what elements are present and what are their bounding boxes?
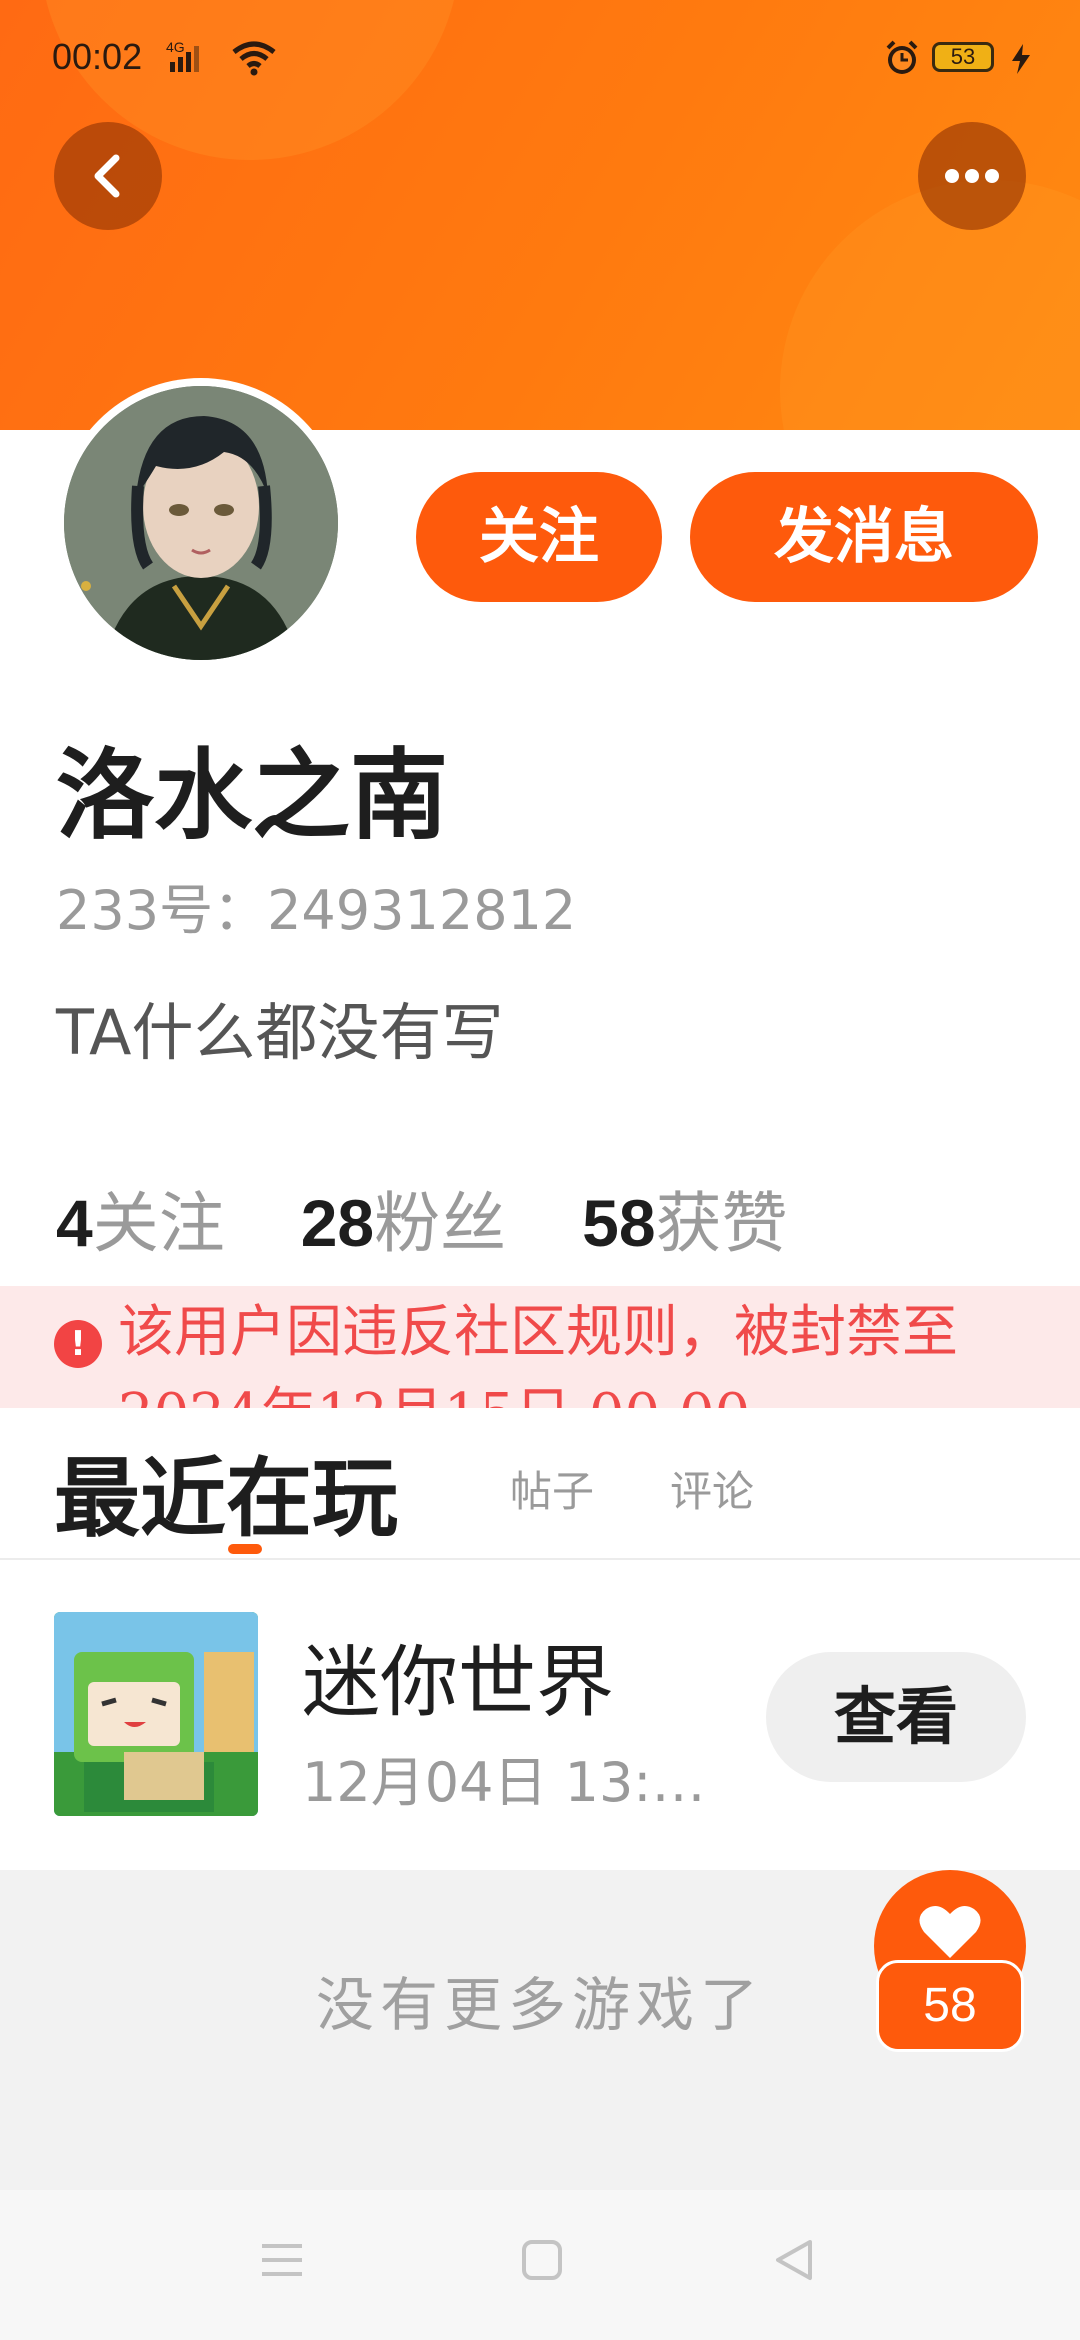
stat-followers[interactable]: 28粉丝	[301, 1170, 506, 1266]
user-bio: TA什么都没有写	[56, 996, 504, 1069]
alert-icon: !	[54, 1320, 102, 1368]
active-tab-indicator	[228, 1544, 262, 1554]
list-item[interactable]: 迷你世界 12月04日 13:… 查看	[0, 1560, 1080, 1870]
send-message-button[interactable]: 发消息	[690, 472, 1038, 602]
like-button[interactable]: 58	[874, 1870, 1026, 2052]
ban-notice-banner: ! 该用户因违反社区规则，被封禁至2024年12月15日 00:00	[0, 1286, 1080, 1408]
more-horizontal-icon	[945, 169, 999, 183]
stat-label: 获赞	[655, 1185, 788, 1262]
signal-icon: 4G	[166, 39, 222, 78]
view-game-button[interactable]: 查看	[766, 1652, 1026, 1782]
more-options-button[interactable]	[918, 122, 1026, 230]
user-id: 233号：249312812	[56, 879, 577, 942]
avatar[interactable]	[56, 378, 346, 668]
tab-comments[interactable]: 评论	[670, 1458, 754, 1519]
username: 洛水之南	[56, 738, 449, 853]
stat-following[interactable]: 4关注	[56, 1170, 225, 1266]
stat-label: 关注	[92, 1185, 225, 1262]
charging-icon	[1010, 44, 1032, 78]
stat-likes[interactable]: 58获赞	[582, 1170, 787, 1266]
avatar-image	[64, 386, 338, 660]
network-type: 4G	[166, 40, 185, 55]
game-last-played: 12月04日 13:…	[302, 1751, 706, 1814]
tab-recent-games[interactable]: 最近在玩	[54, 1428, 398, 1553]
status-time: 00:02	[52, 36, 143, 77]
like-count: 58	[876, 1960, 1024, 2052]
alarm-icon	[882, 38, 922, 82]
home-icon[interactable]	[518, 2236, 566, 2288]
stat-label: 粉丝	[374, 1185, 507, 1262]
content-tabs: 最近在玩 帖子 评论	[0, 1408, 1080, 1560]
back-nav-icon[interactable]	[770, 2236, 818, 2288]
battery-level: 53	[950, 44, 976, 69]
wifi-icon	[230, 40, 278, 80]
back-button[interactable]	[54, 122, 162, 230]
game-icon	[54, 1612, 258, 1816]
chevron-left-icon	[94, 154, 120, 198]
tab-posts[interactable]: 帖子	[510, 1458, 594, 1519]
menu-icon[interactable]	[258, 2236, 306, 2288]
battery-icon: 53	[932, 42, 994, 72]
status-bar: 00:02 4G 53	[0, 0, 1080, 120]
ban-notice-text: 该用户因违反社区规则，被封禁至2024年12月15日 00:00	[118, 1300, 958, 1408]
game-name: 迷你世界	[302, 1638, 615, 1728]
follow-button[interactable]: 关注	[416, 472, 662, 602]
system-navigation-bar	[0, 2190, 1080, 2340]
stat-number: 28	[300, 1186, 375, 1260]
stat-number: 4	[56, 1186, 93, 1260]
heart-icon	[918, 1904, 982, 1964]
profile-stats: 4关注 28粉丝 58获赞	[56, 1170, 864, 1266]
stat-number: 58	[582, 1186, 656, 1260]
